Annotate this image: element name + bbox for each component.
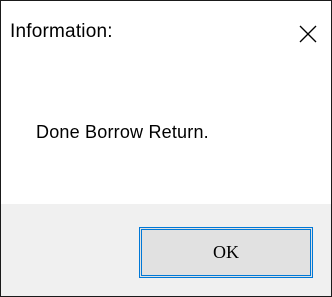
title-bar: Information: [1,1,331,67]
dialog-title: Information: [10,21,113,42]
dialog-footer: OK [1,204,331,296]
close-button[interactable] [291,15,325,51]
message-dialog: Information: Done Borrow Return. OK [0,0,332,297]
close-icon [299,25,317,43]
dialog-message: Done Borrow Return. [36,122,209,142]
ok-button-label: OK [213,242,239,262]
ok-button[interactable]: OK [139,227,313,278]
dialog-content: Done Borrow Return. [1,67,331,204]
